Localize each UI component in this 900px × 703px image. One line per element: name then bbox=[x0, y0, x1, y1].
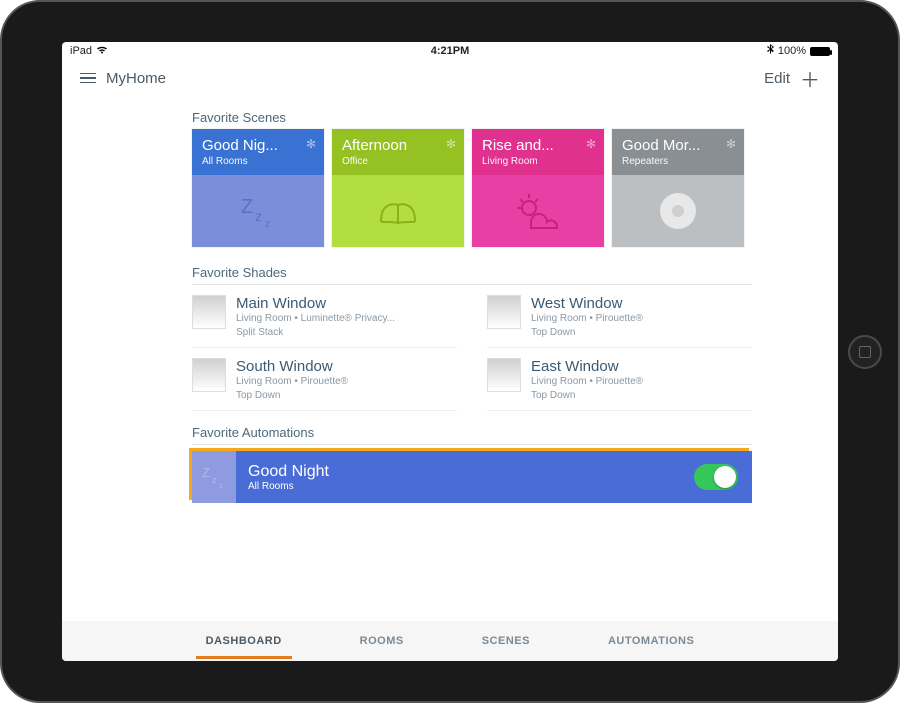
battery-label: 100% bbox=[778, 45, 806, 57]
tab-dashboard[interactable]: DASHBOARD bbox=[202, 623, 286, 659]
shades-grid: Main Window Living Room • Luminette® Pri… bbox=[192, 291, 752, 411]
scene-card-good-morning[interactable]: Good Mor... Repeaters ✻ bbox=[612, 129, 744, 247]
scene-card-afternoon[interactable]: Afternoon Office ✻ bbox=[332, 129, 464, 247]
scene-subtitle: Living Room bbox=[482, 156, 594, 167]
shade-thumbnail bbox=[487, 295, 521, 329]
battery-icon bbox=[810, 47, 830, 56]
shade-name: South Window bbox=[236, 358, 348, 375]
shade-name: East Window bbox=[531, 358, 643, 375]
gear-icon[interactable]: ✻ bbox=[586, 137, 596, 151]
book-icon bbox=[332, 175, 464, 247]
shade-meta: Living Room • Pirouette® bbox=[531, 312, 643, 326]
automations-heading: Favorite Automations bbox=[192, 425, 752, 440]
gear-icon[interactable]: ✻ bbox=[446, 137, 456, 151]
screen: iPad 4:21PM 100% MyHome Edit ＋ bbox=[62, 42, 838, 661]
svg-text:Z: Z bbox=[241, 196, 253, 218]
divider bbox=[192, 284, 752, 285]
add-button[interactable]: ＋ bbox=[800, 64, 820, 93]
shade-meta: Top Down bbox=[531, 389, 643, 403]
scene-subtitle: Repeaters bbox=[622, 156, 734, 167]
scene-title: Rise and... bbox=[482, 137, 582, 154]
divider bbox=[192, 444, 752, 445]
automation-card-good-night[interactable]: Zzz Good Night All Rooms bbox=[192, 451, 752, 503]
shade-name: Main Window bbox=[236, 295, 395, 312]
shades-heading: Favorite Shades bbox=[192, 265, 752, 280]
scene-title: Afternoon bbox=[342, 137, 442, 154]
automation-subtitle: All Rooms bbox=[248, 481, 329, 492]
content: Favorite Scenes Good Nig... All Rooms ✻ … bbox=[62, 96, 838, 621]
shade-meta: Split Stack bbox=[236, 326, 395, 340]
shade-thumbnail bbox=[192, 358, 226, 392]
shade-meta: Living Room • Pirouette® bbox=[236, 375, 348, 389]
shade-thumbnail bbox=[487, 358, 521, 392]
edit-button[interactable]: Edit bbox=[764, 70, 790, 87]
svg-text:z: z bbox=[255, 208, 262, 224]
tab-rooms[interactable]: ROOMS bbox=[356, 623, 408, 659]
scene-card-rise-and-shine[interactable]: Rise and... Living Room ✻ bbox=[472, 129, 604, 247]
svg-text:z: z bbox=[265, 219, 270, 230]
sun-cloud-icon bbox=[472, 175, 604, 247]
shade-item-west-window[interactable]: West Window Living Room • Pirouette® Top… bbox=[487, 291, 752, 348]
repeater-icon bbox=[612, 175, 744, 247]
tab-automations[interactable]: AUTOMATIONS bbox=[604, 623, 698, 659]
tab-bar: DASHBOARD ROOMS SCENES AUTOMATIONS bbox=[62, 621, 838, 661]
status-bar: iPad 4:21PM 100% bbox=[62, 42, 838, 60]
gear-icon[interactable]: ✻ bbox=[726, 137, 736, 151]
wifi-icon bbox=[96, 45, 108, 57]
shade-item-south-window[interactable]: South Window Living Room • Pirouette® To… bbox=[192, 354, 457, 411]
automation-toggle[interactable] bbox=[694, 464, 738, 490]
scene-title: Good Nig... bbox=[202, 137, 302, 154]
bluetooth-icon bbox=[767, 44, 774, 58]
scenes-row: Good Nig... All Rooms ✻ Zzz Afternoon Of… bbox=[192, 129, 752, 247]
shade-meta: Top Down bbox=[236, 389, 348, 403]
page-title: MyHome bbox=[106, 70, 166, 87]
automation-title: Good Night bbox=[248, 463, 329, 481]
svg-text:z: z bbox=[212, 475, 217, 485]
shade-item-east-window[interactable]: East Window Living Room • Pirouette® Top… bbox=[487, 354, 752, 411]
tab-scenes[interactable]: SCENES bbox=[478, 623, 534, 659]
svg-text:z: z bbox=[219, 483, 223, 490]
home-button[interactable] bbox=[848, 335, 882, 369]
ipad-bezel: iPad 4:21PM 100% MyHome Edit ＋ bbox=[0, 0, 900, 703]
zzz-icon: Zzz bbox=[192, 175, 324, 247]
scene-subtitle: Office bbox=[342, 156, 454, 167]
shade-item-main-window[interactable]: Main Window Living Room • Luminette® Pri… bbox=[192, 291, 457, 348]
scenes-heading: Favorite Scenes bbox=[192, 110, 752, 125]
shade-name: West Window bbox=[531, 295, 643, 312]
scene-subtitle: All Rooms bbox=[202, 156, 314, 167]
app-header: MyHome Edit ＋ bbox=[62, 60, 838, 96]
gear-icon[interactable]: ✻ bbox=[306, 137, 316, 151]
svg-text:Z: Z bbox=[202, 465, 210, 480]
scene-title: Good Mor... bbox=[622, 137, 722, 154]
device-label: iPad bbox=[70, 45, 92, 57]
shade-meta: Top Down bbox=[531, 326, 643, 340]
menu-icon[interactable] bbox=[80, 73, 96, 84]
shade-meta: Living Room • Luminette® Privacy... bbox=[236, 312, 395, 326]
zzz-icon: Zzz bbox=[192, 451, 236, 503]
scene-card-good-night[interactable]: Good Nig... All Rooms ✻ Zzz bbox=[192, 129, 324, 247]
clock: 4:21PM bbox=[431, 45, 470, 57]
shade-meta: Living Room • Pirouette® bbox=[531, 375, 643, 389]
shade-thumbnail bbox=[192, 295, 226, 329]
